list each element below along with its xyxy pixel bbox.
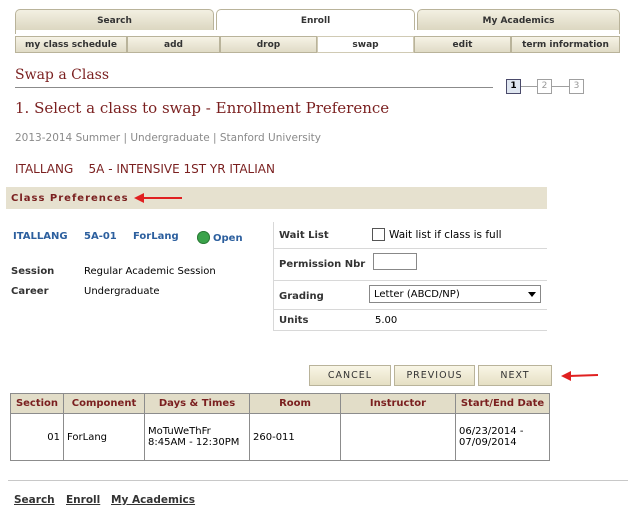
pref-divider-2 [273,280,547,281]
session-value: Regular Academic Session [84,266,216,277]
annotation-arrow-left-icon [134,193,182,203]
subtab-term-information[interactable]: term information [511,36,620,53]
col-component: Component [63,393,145,414]
chevron-down-icon [528,292,536,297]
grading-select-value: Letter (ABCD/NP) [374,289,460,300]
waitlist-checkbox-label: Wait list if class is full [389,229,502,241]
units-label: Units [279,315,309,326]
tab-search[interactable]: Search [15,9,214,30]
subtab-term-information-label: term information [522,40,609,50]
cell-dates: 06/23/2014 - 07/09/2014 [455,413,550,461]
footer-link-enroll[interactable]: Enroll [66,494,100,506]
session-label: Session [11,266,55,277]
cell-section: 01 [10,413,64,461]
step-connector-1 [521,86,537,87]
cell-instructor [340,413,456,461]
career-value: Undergraduate [84,286,160,297]
subtab-edit[interactable]: edit [414,36,511,53]
subtab-edit-label: edit [452,40,473,50]
col-section: Section [10,393,64,414]
step-connector-2 [552,86,569,87]
subtab-drop[interactable]: drop [220,36,317,53]
page-title: Swap a Class [15,67,110,83]
pref-divider-4 [273,330,547,331]
footer-link-my-academics[interactable]: My Academics [111,494,195,506]
waitlist-label: Wait List [279,230,329,241]
pref-divider-3 [273,309,547,310]
step-2: 2 [537,79,552,94]
step-heading: 1. Select a class to swap - Enrollment P… [15,99,390,117]
class-table: Section Component Days & Times Room Inst… [10,393,550,461]
tab-search-label: Search [97,16,132,26]
tab-my-academics[interactable]: My Academics [417,9,620,30]
grading-select[interactable]: Letter (ABCD/NP) [369,285,541,303]
class-number: 5A-01 [84,231,117,242]
class-subject: ITALLANG [13,231,68,242]
subtab-swap-label: swap [352,40,379,50]
units-value: 5.00 [375,315,398,326]
open-status-icon [197,231,210,244]
subtab-add-label: add [164,40,183,50]
subtab-my-class-schedule-label: my class schedule [25,40,117,50]
tab-my-academics-label: My Academics [482,16,555,26]
tab-bar-divider [15,30,620,34]
permission-label: Permission Nbr [279,259,366,270]
cell-room: 260-011 [249,413,341,461]
cell-days-times: MoTuWeThFr 8:45AM - 12:30PM [144,413,250,461]
col-days-times: Days & Times [144,393,250,414]
pref-divider-1 [273,248,547,249]
section-header: Class Preferences [6,187,547,209]
step-1: 1 [506,79,521,94]
section-header-label: Class Preferences [11,193,129,204]
next-button[interactable]: NEXT [478,365,552,386]
term-info: 2013-2014 Summer | Undergraduate | Stanf… [15,132,321,144]
subtab-my-class-schedule[interactable]: my class schedule [15,36,127,53]
cell-component: ForLang [63,413,145,461]
table-row: 01 ForLang MoTuWeThFr 8:45AM - 12:30PM 2… [10,413,550,461]
previous-button[interactable]: PREVIOUS [394,365,475,386]
cancel-button[interactable]: CANCEL [309,365,391,386]
class-status: Open [213,233,243,244]
col-start-end-date: Start/End Date [455,393,550,414]
step-3: 3 [569,79,584,94]
waitlist-checkbox[interactable] [372,228,385,241]
col-instructor: Instructor [340,393,456,414]
class-component: ForLang [133,231,179,242]
tab-enroll-label: Enroll [300,16,331,26]
course-title: ITALLANG 5A - INTENSIVE 1ST YR ITALIAN [15,162,275,176]
title-underline [15,87,493,88]
footer-link-search[interactable]: Search [14,494,55,506]
subtab-swap[interactable]: swap [317,36,414,53]
subtab-drop-label: drop [256,40,281,50]
subtab-add[interactable]: add [127,36,220,53]
permission-input[interactable] [373,253,417,270]
footer-divider [8,480,628,481]
annotation-arrow-next-icon [561,371,599,381]
grading-label: Grading [279,291,324,302]
tab-enroll[interactable]: Enroll [216,9,415,32]
col-room: Room [249,393,341,414]
career-label: Career [11,286,49,297]
table-header-row: Section Component Days & Times Room Inst… [10,393,550,414]
